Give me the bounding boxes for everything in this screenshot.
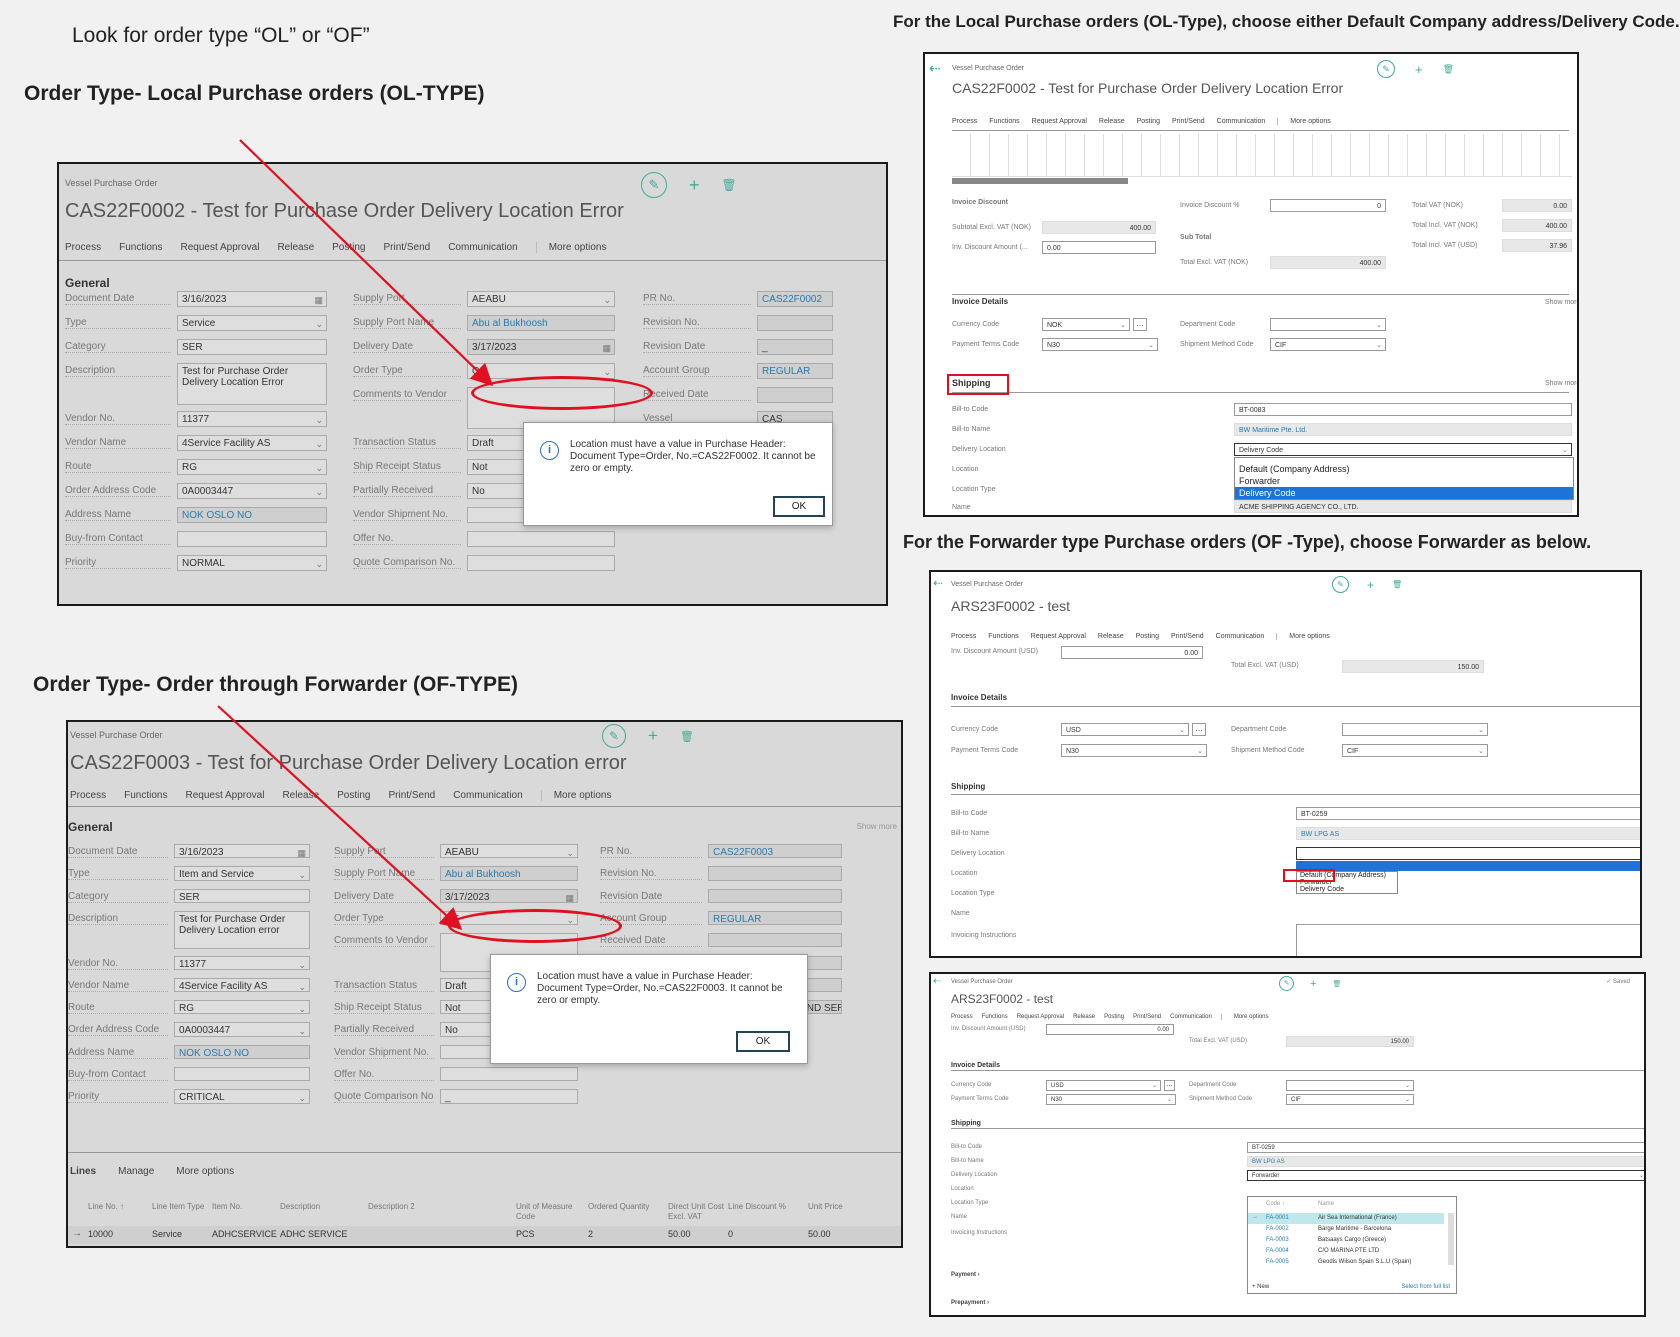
of-arrow — [217, 705, 463, 930]
ol-arrow — [239, 139, 494, 387]
annotation-arrows — [217, 139, 494, 930]
